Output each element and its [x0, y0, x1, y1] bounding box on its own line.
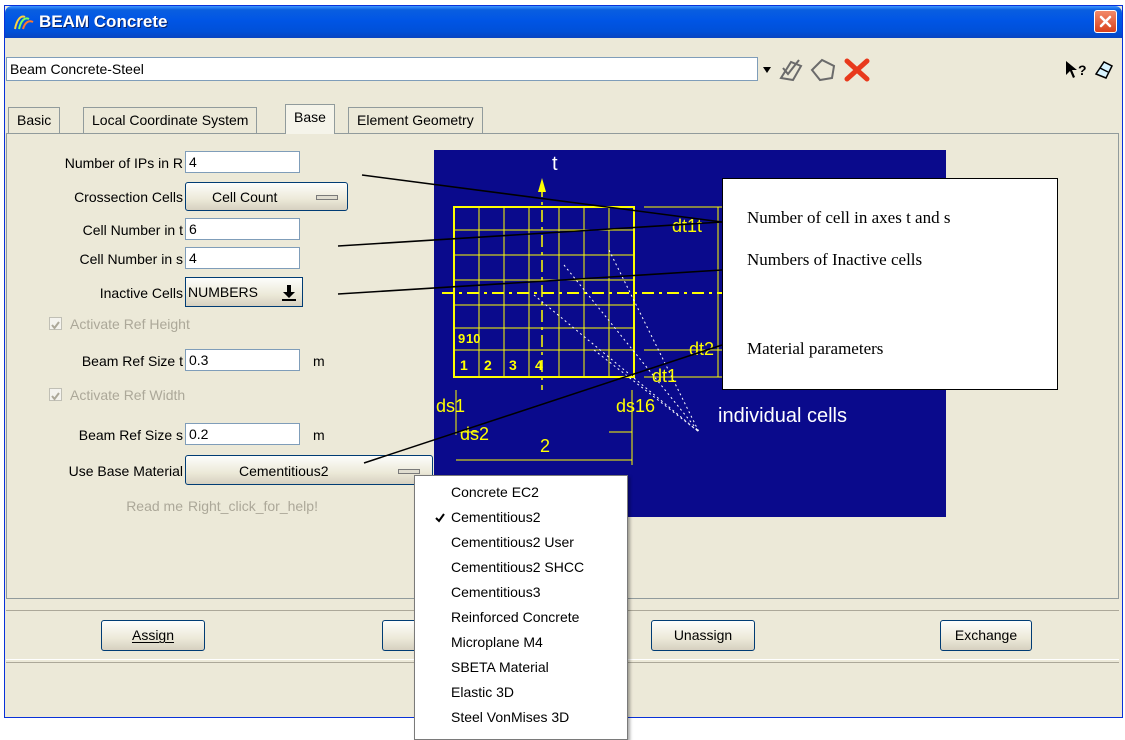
menu-item-cementitious3[interactable]: Cementitious3	[451, 584, 541, 600]
check-icon	[51, 321, 60, 330]
tab-base[interactable]: Base	[285, 104, 335, 134]
exchange-button-label: Exchange	[954, 627, 1018, 643]
tab-basic[interactable]: Basic	[8, 107, 61, 133]
tab-element-geometry[interactable]: Element Geometry	[348, 107, 483, 133]
callout-line-inactive: Numbers of Inactive cells	[747, 250, 923, 269]
cell-label-4: 4	[535, 357, 543, 373]
combo-dropdown-icon[interactable]	[762, 63, 772, 79]
download-arrow-icon	[282, 285, 296, 301]
inactive-cells-value: NUMBERS	[188, 284, 259, 300]
crossection-label: Crossection Cells	[74, 189, 183, 205]
base-material-toggle-icon	[398, 469, 420, 474]
unassign-button-label: Unassign	[673, 627, 733, 643]
cell-s-input[interactable]: 4	[185, 247, 300, 269]
beam-ref-t-input[interactable]: 0.3	[185, 349, 300, 371]
help-pointer-icon[interactable]: ?	[1064, 59, 1088, 84]
cell-label-1: 1	[460, 357, 468, 373]
title-bar: BEAM Concrete	[5, 6, 1122, 38]
inactive-cells-button[interactable]: NUMBERS	[185, 277, 303, 307]
beam-ref-s-label: Beam Ref Size s	[78, 427, 183, 443]
unassign-button[interactable]: Unassign	[651, 620, 755, 651]
axis-t-label: t	[552, 153, 558, 175]
beam-ref-s-unit: m	[313, 427, 325, 443]
menu-item-sbeta-material[interactable]: SBETA Material	[451, 659, 549, 675]
menu-item-steel-vonmises-3d[interactable]: Steel VonMises 3D	[451, 709, 569, 725]
label-ds1: ds1	[436, 396, 465, 416]
tab-base-label: Base	[294, 109, 326, 125]
label-dt1: dt1	[652, 366, 677, 386]
cell-s-label: Cell Number in s	[79, 251, 183, 267]
tab-basic-label: Basic	[17, 112, 52, 128]
menu-item-reinforced-concrete[interactable]: Reinforced Concrete	[451, 609, 579, 625]
menu-item-microplane-m4[interactable]: Microplane M4	[451, 634, 543, 650]
menu-item-concrete-ec2[interactable]: Concrete EC2	[451, 484, 539, 500]
activate-width-checkbox[interactable]	[49, 388, 62, 401]
callout-line-material: Material parameters	[747, 339, 884, 358]
cell-label-3: 3	[509, 357, 517, 373]
label-dt1t: dt1t	[672, 216, 702, 236]
callout-line-cells: Number of cell in axes t and s	[747, 208, 951, 227]
label-ds16: ds16	[616, 396, 655, 416]
ips-label: Number of IPs in R	[64, 155, 183, 171]
beam-ref-t-label: Beam Ref Size t	[81, 353, 183, 369]
cell-label-2: 2	[484, 357, 492, 373]
base-material-label: Use Base Material	[68, 463, 183, 479]
crossection-value: Cell Count	[212, 189, 278, 205]
activate-height-checkbox[interactable]	[49, 317, 62, 330]
checkmark-icon	[435, 513, 445, 523]
activate-width-label: Activate Ref Width	[70, 387, 186, 403]
readme-value: Right_click_for_help!	[188, 498, 318, 514]
close-button[interactable]	[1094, 10, 1117, 33]
tag-icon[interactable]	[808, 56, 838, 87]
object-combo-value: Beam Concrete-Steel	[10, 61, 144, 77]
beam-ref-t-unit: m	[313, 353, 325, 369]
eraser-icon[interactable]	[1092, 58, 1116, 83]
app-icon	[13, 13, 35, 34]
tab-local-coordinate-system[interactable]: Local Coordinate System	[83, 107, 258, 133]
exchange-button[interactable]: Exchange	[940, 620, 1032, 651]
inactive-label: Inactive Cells	[99, 285, 183, 301]
individual-cells-label: individual cells	[718, 405, 847, 427]
crossection-toggle-icon	[316, 195, 338, 200]
beam-ref-s-input[interactable]: 0.2	[185, 423, 300, 445]
check-icon	[51, 392, 60, 401]
cell-label-10: 10	[466, 331, 480, 346]
label-width-2: 2	[540, 436, 550, 456]
tab-element-geometry-label: Element Geometry	[357, 112, 474, 128]
assign-button-label: Assign	[131, 627, 175, 643]
cell-t-input[interactable]: 6	[185, 218, 300, 240]
window-title: BEAM Concrete	[39, 12, 168, 31]
material-dropdown-menu: Concrete EC2 Cementitious2 Cementitious2…	[414, 475, 628, 740]
close-icon	[1099, 15, 1112, 28]
annotation-callout: Number of cell in axes t and s Numbers o…	[722, 178, 1058, 390]
menu-item-cementitious2-user[interactable]: Cementitious2 User	[451, 534, 574, 550]
assign-button[interactable]: Assign	[101, 620, 205, 651]
readme-label: Read me	[126, 498, 183, 514]
tab-lcs-label: Local Coordinate System	[92, 112, 249, 128]
cell-label-9: 9	[458, 331, 465, 346]
ips-input[interactable]: 4	[185, 151, 300, 173]
delete-icon[interactable]	[842, 56, 872, 87]
object-combo[interactable]: Beam Concrete-Steel	[6, 57, 758, 81]
svg-text:?: ?	[1078, 62, 1087, 78]
crossection-select[interactable]: Cell Count	[185, 182, 348, 211]
base-material-select[interactable]: Cementitious2	[185, 455, 433, 485]
base-material-value: Cementitious2	[239, 463, 329, 479]
cell-t-label: Cell Number in t	[82, 222, 183, 238]
label-dt2: dt2	[689, 339, 714, 359]
menu-item-cementitious2[interactable]: Cementitious2	[451, 509, 541, 525]
menu-item-cementitious2-shcc[interactable]: Cementitious2 SHCC	[451, 559, 584, 575]
edit-check-icon[interactable]	[777, 56, 807, 87]
activate-height-label: Activate Ref Height	[70, 316, 190, 332]
label-ds2: ds2	[460, 424, 489, 444]
menu-item-elastic-3d[interactable]: Elastic 3D	[451, 684, 514, 700]
